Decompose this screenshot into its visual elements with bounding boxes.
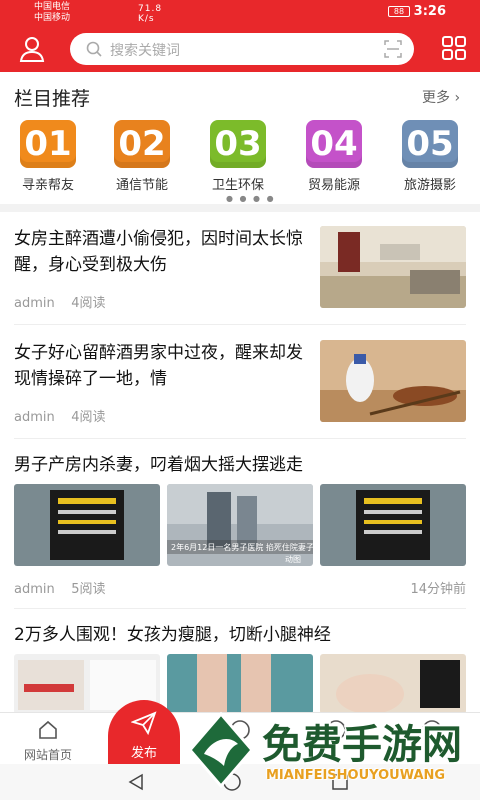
news-author: admin — [14, 296, 55, 311]
news-item[interactable]: 2万多人围观！女孩为瘦腿，切断小腿神经 — [14, 622, 466, 648]
publish-button[interactable]: 发布 — [108, 700, 180, 764]
section-divider — [0, 204, 480, 212]
news-title: 女房主醉酒遭小偷侵犯，因时间太长惊醒，身心受到极大伤 — [14, 229, 303, 275]
watermark: 免费手游网 MIANFEISHOUYOUWANG — [186, 700, 480, 800]
news-item[interactable]: 男子产房内杀妻，叼着烟大摇大摆逃走 — [14, 452, 466, 478]
home-icon — [39, 720, 57, 739]
search-placeholder: 搜索关键词 — [110, 43, 180, 59]
category-label: 旅游摄影 — [403, 178, 456, 193]
divider — [14, 438, 466, 439]
divider — [14, 324, 466, 325]
news-time: 14分钟前 — [410, 582, 466, 597]
watermark-subtitle: MIANFEISHOUYOUWANG — [266, 768, 446, 783]
scan-icon[interactable] — [384, 40, 402, 58]
news-author: admin — [14, 582, 55, 597]
user-icon[interactable] — [18, 35, 46, 63]
news-reads: 5阅读 — [71, 582, 106, 597]
news-item[interactable]: 女房主醉酒遭小偷侵犯，因时间太长惊醒，身心受到极大伤 — [14, 226, 310, 278]
category-label: 寻亲帮友 — [21, 178, 74, 193]
news-thumbnail[interactable] — [320, 340, 466, 422]
category-label: 通信节能 — [115, 178, 168, 193]
more-link[interactable]: 更多 › — [422, 87, 460, 107]
category-number-icon: 05 — [402, 120, 458, 168]
news-thumbnail[interactable] — [320, 226, 466, 308]
speed-value: 71.8 — [138, 4, 163, 14]
carrier-1: 中国电信 — [34, 2, 71, 12]
news-title: 男子产房内杀妻，叼着烟大摇大摆逃走 — [14, 455, 303, 475]
divider — [14, 608, 466, 609]
news-title: 女子好心留醉酒男家中过夜，醒来却发现情操碎了一地，情 — [14, 343, 303, 389]
category-label: 卫生环保 — [211, 178, 264, 193]
category-item[interactable]: 03 卫生环保 — [200, 120, 276, 193]
news-image[interactable]: 2年6月12日一名男子医院 掐死住院妻子 动图 — [167, 484, 313, 566]
back-icon[interactable] — [126, 772, 146, 792]
news-title: 2万多人围观！女孩为瘦腿，切断小腿神经 — [14, 625, 331, 645]
tab-home[interactable]: 网站首页 — [8, 719, 88, 763]
watermark-title: 免费手游网 — [262, 722, 462, 768]
news-image[interactable] — [320, 484, 466, 566]
battery-icon: 88 — [388, 6, 410, 17]
category-item[interactable]: 02 通信节能 — [104, 120, 180, 193]
chevron-right-icon: › — [454, 90, 461, 106]
watermark-logo-icon — [188, 711, 254, 789]
send-icon — [130, 711, 157, 736]
category-item[interactable]: 05 旅游摄影 — [392, 120, 468, 193]
category-number-icon: 04 — [306, 120, 362, 168]
news-item[interactable]: 女子好心留醉酒男家中过夜，醒来却发现情操碎了一地，情 — [14, 340, 310, 392]
carrier-2: 中国移动 — [34, 13, 71, 23]
carousel-dots: ● ● ● ● — [226, 194, 276, 203]
category-number-icon: 02 — [114, 120, 170, 168]
section-title: 栏目推荐 — [14, 88, 91, 110]
category-item[interactable]: 01 寻亲帮友 — [10, 120, 86, 193]
tab-home-label: 网站首页 — [23, 748, 72, 762]
category-label: 贸易能源 — [307, 178, 360, 193]
search-bar[interactable]: 搜索关键词 — [70, 33, 414, 65]
gif-badge: 动图 — [285, 554, 301, 564]
image-caption: 2年6月12日一名男子医院 掐死住院妻子 — [171, 542, 313, 552]
publish-label: 发布 — [130, 746, 157, 761]
grid-menu-icon[interactable] — [441, 35, 467, 61]
carrier-info: 中国电信 中国移动 — [34, 2, 70, 24]
category-number-icon: 01 — [20, 120, 76, 168]
search-icon — [86, 41, 102, 57]
speed-unit: K/s — [138, 14, 155, 24]
category-number-icon: 03 — [210, 120, 266, 168]
news-reads: 4阅读 — [71, 410, 106, 425]
network-speed: 71.8 K/s — [138, 4, 162, 24]
app-header: 搜索关键词 — [0, 26, 480, 72]
clock: 3:26 — [413, 4, 446, 19]
news-reads: 4阅读 — [71, 296, 106, 311]
battery-level: 88 — [393, 7, 405, 16]
more-label: 更多 — [422, 90, 450, 106]
news-meta: admin 5阅读 14分钟前 — [14, 578, 466, 597]
category-item[interactable]: 04 贸易能源 — [296, 120, 372, 193]
news-image[interactable] — [14, 484, 160, 566]
news-author: admin — [14, 410, 55, 425]
status-bar: 中国电信 中国移动 71.8 K/s 88 3:26 — [0, 0, 480, 26]
